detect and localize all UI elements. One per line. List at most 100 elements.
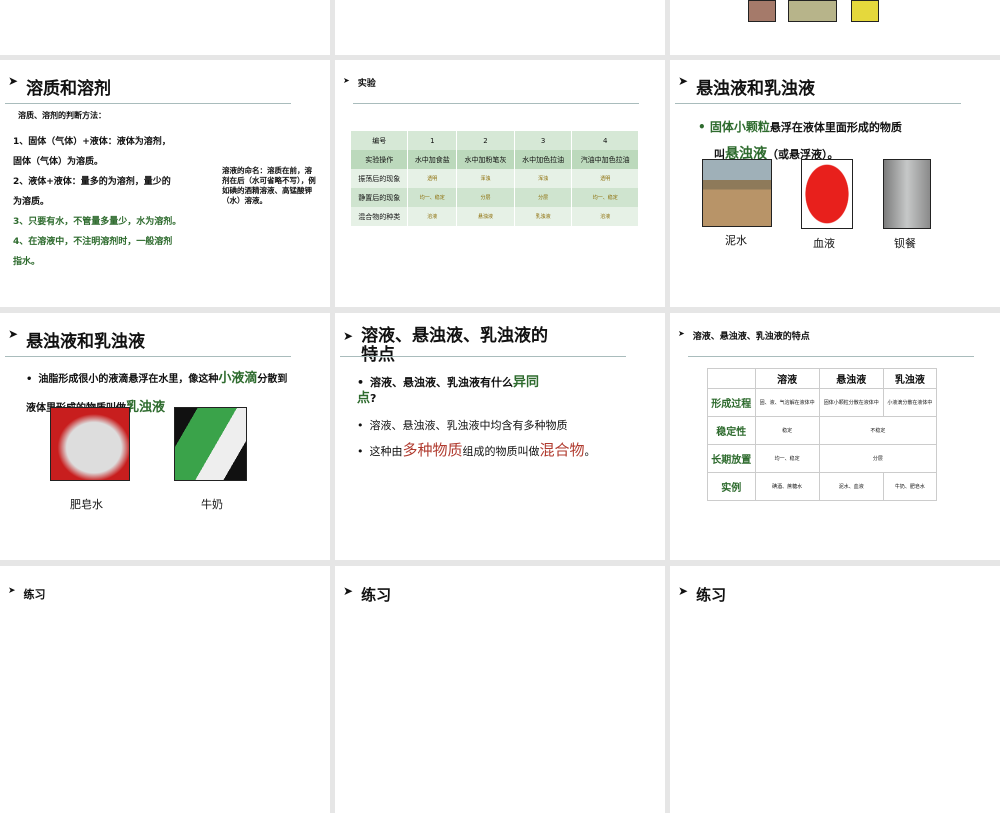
slide-solute-solvent[interactable]: ➤ 溶质和溶剂 溶质、溶剂的判断方法： 1、固体（气体）+液体：液体为溶剂， 固体… [0, 60, 330, 307]
highlight-text: 小液滴 [218, 371, 258, 386]
cell: 静置后的现象 [351, 188, 409, 207]
slide-thumbnail-3[interactable] [670, 0, 1000, 55]
rule-line: 4、在溶液中，不注明溶剂时，一般溶剂 [13, 237, 173, 247]
divider [675, 103, 961, 104]
table-header: 2 [456, 131, 515, 150]
arrow-bullet-icon: ➤ [678, 329, 685, 338]
highlight-text: 混合物 [539, 441, 585, 459]
table-row: 静置后的现象 均一、稳定 分层 分层 均一、稳定 [351, 188, 639, 207]
slide-title: 练习 [361, 586, 392, 604]
rule-line: 3、只要有水，不管量多量少，水为溶剂。 [13, 217, 182, 227]
cell: 透明 [407, 169, 458, 188]
rule-line: 2、液体+液体：量多的为溶剂，量少的 [13, 177, 171, 187]
image-caption: 钡餐 [894, 237, 916, 250]
slide-title: 溶质和溶剂 [26, 79, 112, 99]
cell: 形成过程 [707, 388, 756, 417]
milk-image [174, 407, 247, 481]
rule-line: 1、固体（气体）+液体：液体为溶剂， [13, 137, 171, 147]
bullet-icon: • [698, 120, 706, 134]
bullet-icon: • [357, 419, 364, 432]
divider [5, 356, 291, 357]
slide-thumbnail-2[interactable] [335, 0, 665, 55]
slide-emulsion[interactable]: ➤悬浊液和乳浊液 •油脂形成很小的液滴悬浮在水里，像这种小液滴分散到液体里形成的… [0, 313, 330, 560]
arrow-bullet-icon: ➤ [678, 584, 689, 598]
cell: 实验操作 [351, 150, 409, 169]
table-header: 悬浊液 [818, 368, 884, 389]
body-text: 。 [584, 445, 596, 458]
slide-title: 实验 [357, 79, 376, 89]
cell: 固体小颗粒分散在液体中 [818, 388, 884, 417]
arrow-bullet-icon: ➤ [678, 74, 689, 88]
slide-title: 悬浊液和乳浊液 [26, 332, 146, 352]
image-caption: 泥水 [725, 234, 747, 247]
cell: 牛奶、肥皂水 [882, 472, 938, 501]
cell: 分层 [514, 188, 573, 207]
slide-exercise-2[interactable]: ➤ 练习 [335, 566, 665, 813]
cell: 稳定 [754, 416, 820, 445]
highlight-text: 多种物质 [402, 441, 463, 459]
blood-image [801, 159, 853, 229]
cell: 小液滴分散在液体中 [882, 388, 938, 417]
cell: 汽油中加色拉油 [571, 150, 639, 169]
cell: 悬浊液 [456, 207, 515, 226]
slide-exercise-3[interactable]: ➤ 练习 [670, 566, 1000, 813]
cell: 浑浊 [514, 169, 573, 188]
cell: 溶液 [407, 207, 458, 226]
cell: 均一、稳定 [754, 444, 820, 473]
bullet-icon: • [357, 445, 364, 458]
table-header: 溶液 [754, 368, 820, 389]
cell: 水中加色拉油 [514, 150, 573, 169]
slide-characteristics[interactable]: ➤ 溶液、悬浊液、乳浊液的特点 • 溶液、悬浊液、乳浊液有什么异同点? • 溶液、悬浊… [335, 313, 665, 560]
slide-title: 练习 [696, 586, 727, 604]
slide-thumbnail-1[interactable] [0, 0, 330, 55]
soapy-water-image [50, 407, 130, 481]
arrow-bullet-icon: ➤ [8, 327, 19, 341]
muddy-water-image [702, 159, 772, 227]
arrow-bullet-icon: ➤ [8, 586, 16, 596]
bottle-image [788, 0, 837, 22]
cell: 分层 [456, 188, 515, 207]
table-row: 长期放置 均一、稳定 分层 [707, 444, 938, 473]
body-text: 这种由 [369, 445, 403, 458]
image-caption: 肥皂水 [70, 498, 103, 511]
body-text: 溶液、悬浊液、乳浊液有什么 [370, 376, 514, 389]
bullet-icon: • [26, 374, 33, 385]
cell: 碘酒、蔗糖水 [754, 472, 820, 501]
table-row: 实例 碘酒、蔗糖水 泥水、血液 牛奶、肥皂水 [707, 472, 938, 501]
experiment-table: 编号 1 2 3 4 实验操作 水中加食盐 水中加粉笔灰 水中加色拉油 汽油中加色拉油 振荡后的… [351, 131, 639, 226]
naming-note: 溶液的命名：溶质在前，溶剂在后（水可省略不写），例如碘的酒精溶液、高锰酸钾（水）… [222, 166, 316, 205]
arrow-bullet-icon: ➤ [343, 76, 350, 85]
rule-line: 指水。 [13, 257, 41, 267]
slide-title: 溶液、悬浊液、乳浊液的特点 [361, 326, 549, 365]
slide-suspension[interactable]: ➤ 悬浊液和乳浊液 • 固体小颗粒悬浮在液体里面形成的物质 叫悬浊液（或悬浮液）。… [670, 60, 1000, 307]
table-row: 实验操作 水中加食盐 水中加粉笔灰 水中加色拉油 汽油中加色拉油 [351, 150, 639, 169]
body-text: 悬浮在液体里面形成的物质 [769, 121, 902, 134]
table-header: 3 [514, 131, 573, 150]
table-header: 乳浊液 [882, 368, 938, 389]
cell: 水中加食盐 [407, 150, 458, 169]
subtitle: 溶质、溶剂的判断方法： [18, 111, 106, 120]
cell: 水中加粉笔灰 [456, 150, 515, 169]
bottle-image [748, 0, 776, 22]
cell: 均一、稳定 [571, 188, 639, 207]
barium-meal-image [883, 159, 931, 229]
arrow-bullet-icon: ➤ [8, 74, 19, 88]
cell: 乳浊液 [514, 207, 573, 226]
highlight-text: 固体小颗粒 [709, 120, 770, 134]
slide-experiment[interactable]: ➤ 实验 编号 1 2 3 4 实验操作 水中加食盐 水中加粉笔灰 水中加色拉油 汽油中加色拉油 … [335, 60, 665, 307]
image-caption: 牛奶 [201, 498, 223, 511]
slide-title: 溶液、悬浊液、乳浊液的特点 [692, 332, 810, 342]
cell: 泥水、血液 [818, 472, 884, 501]
body-text: 组成的物质叫做 [462, 445, 540, 458]
body-text: 油脂形成很小的液滴悬浮在水里，像这种 [38, 374, 219, 385]
divider [688, 356, 974, 357]
cell: 长期放置 [707, 444, 756, 473]
divider [340, 356, 626, 357]
arrow-bullet-icon: ➤ [343, 584, 354, 598]
table-header: 1 [407, 131, 458, 150]
slide-exercise-1[interactable]: ➤ 练习 [0, 566, 330, 813]
cell: 混合物的种类 [351, 207, 409, 226]
table-row: 振荡后的现象 透明 浑浊 浑浊 透明 [351, 169, 639, 188]
bullet-icon: • [357, 376, 365, 389]
slide-comparison-table[interactable]: ➤ 溶液、悬浊液、乳浊液的特点 溶液 悬浊液 乳浊液 形成过程 固、液、气溶解在液体中固… [670, 313, 1000, 560]
